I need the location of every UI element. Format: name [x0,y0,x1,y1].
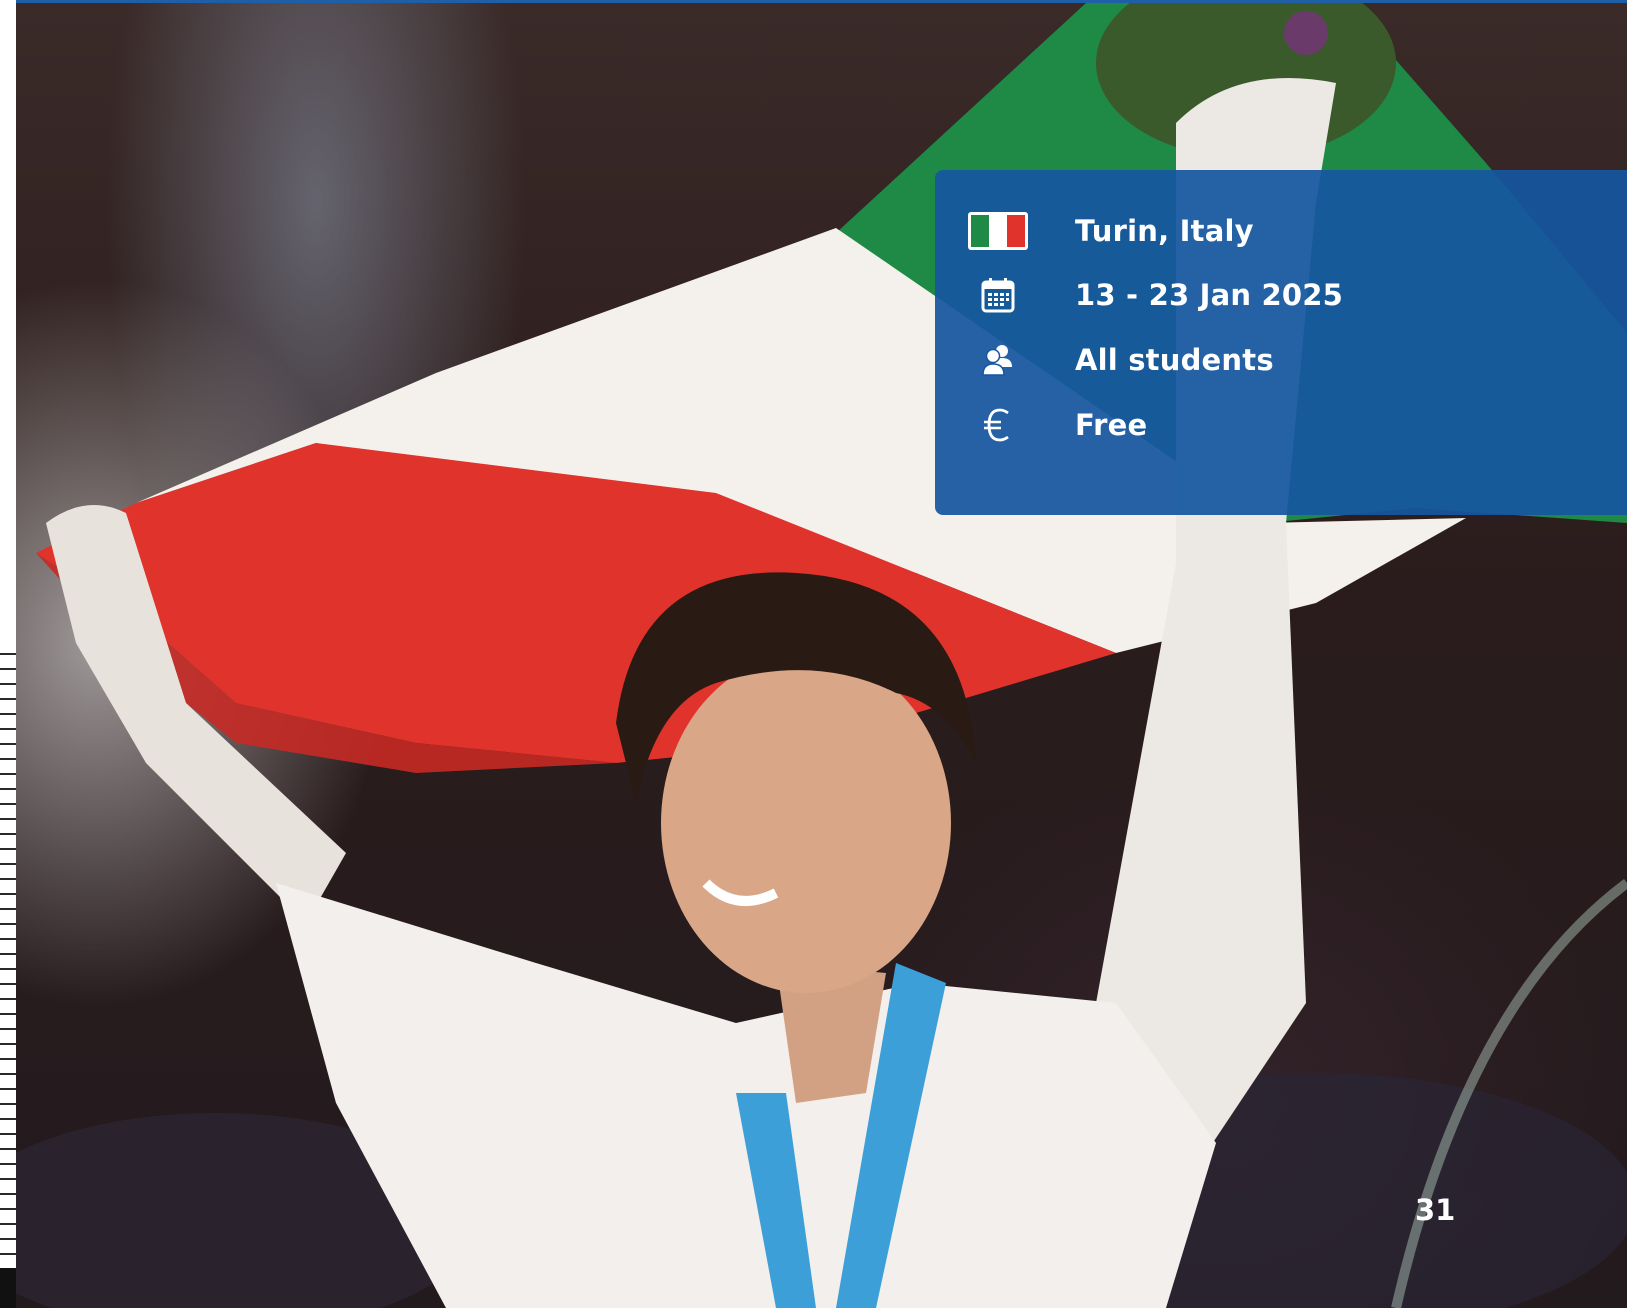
info-row-location: Turin, Italy [935,206,1627,256]
info-row-dates: 13 - 23 Jan 2025 [935,270,1627,320]
skater-face [661,653,951,993]
event-info-card: Turin, Italy 13 - 23 Jan 2025 All studen… [935,170,1627,515]
bouquet-flower [1284,11,1328,55]
audience-text: All students [1075,343,1274,377]
euro-icon [967,400,1029,450]
italy-flag-icon [967,206,1029,256]
people-icon [967,335,1029,385]
info-row-audience: All students [935,335,1627,385]
adjacent-page-lines [0,640,16,1260]
adjacent-page-corner [0,1268,16,1308]
info-row-price: Free [935,400,1627,450]
dates-text: 13 - 23 Jan 2025 [1075,278,1344,312]
page-number: 31 [1415,1193,1456,1227]
adjacent-page-edge [0,0,16,1308]
location-text: Turin, Italy [1075,214,1254,248]
calendar-icon [967,270,1029,320]
price-text: Free [1075,408,1148,442]
